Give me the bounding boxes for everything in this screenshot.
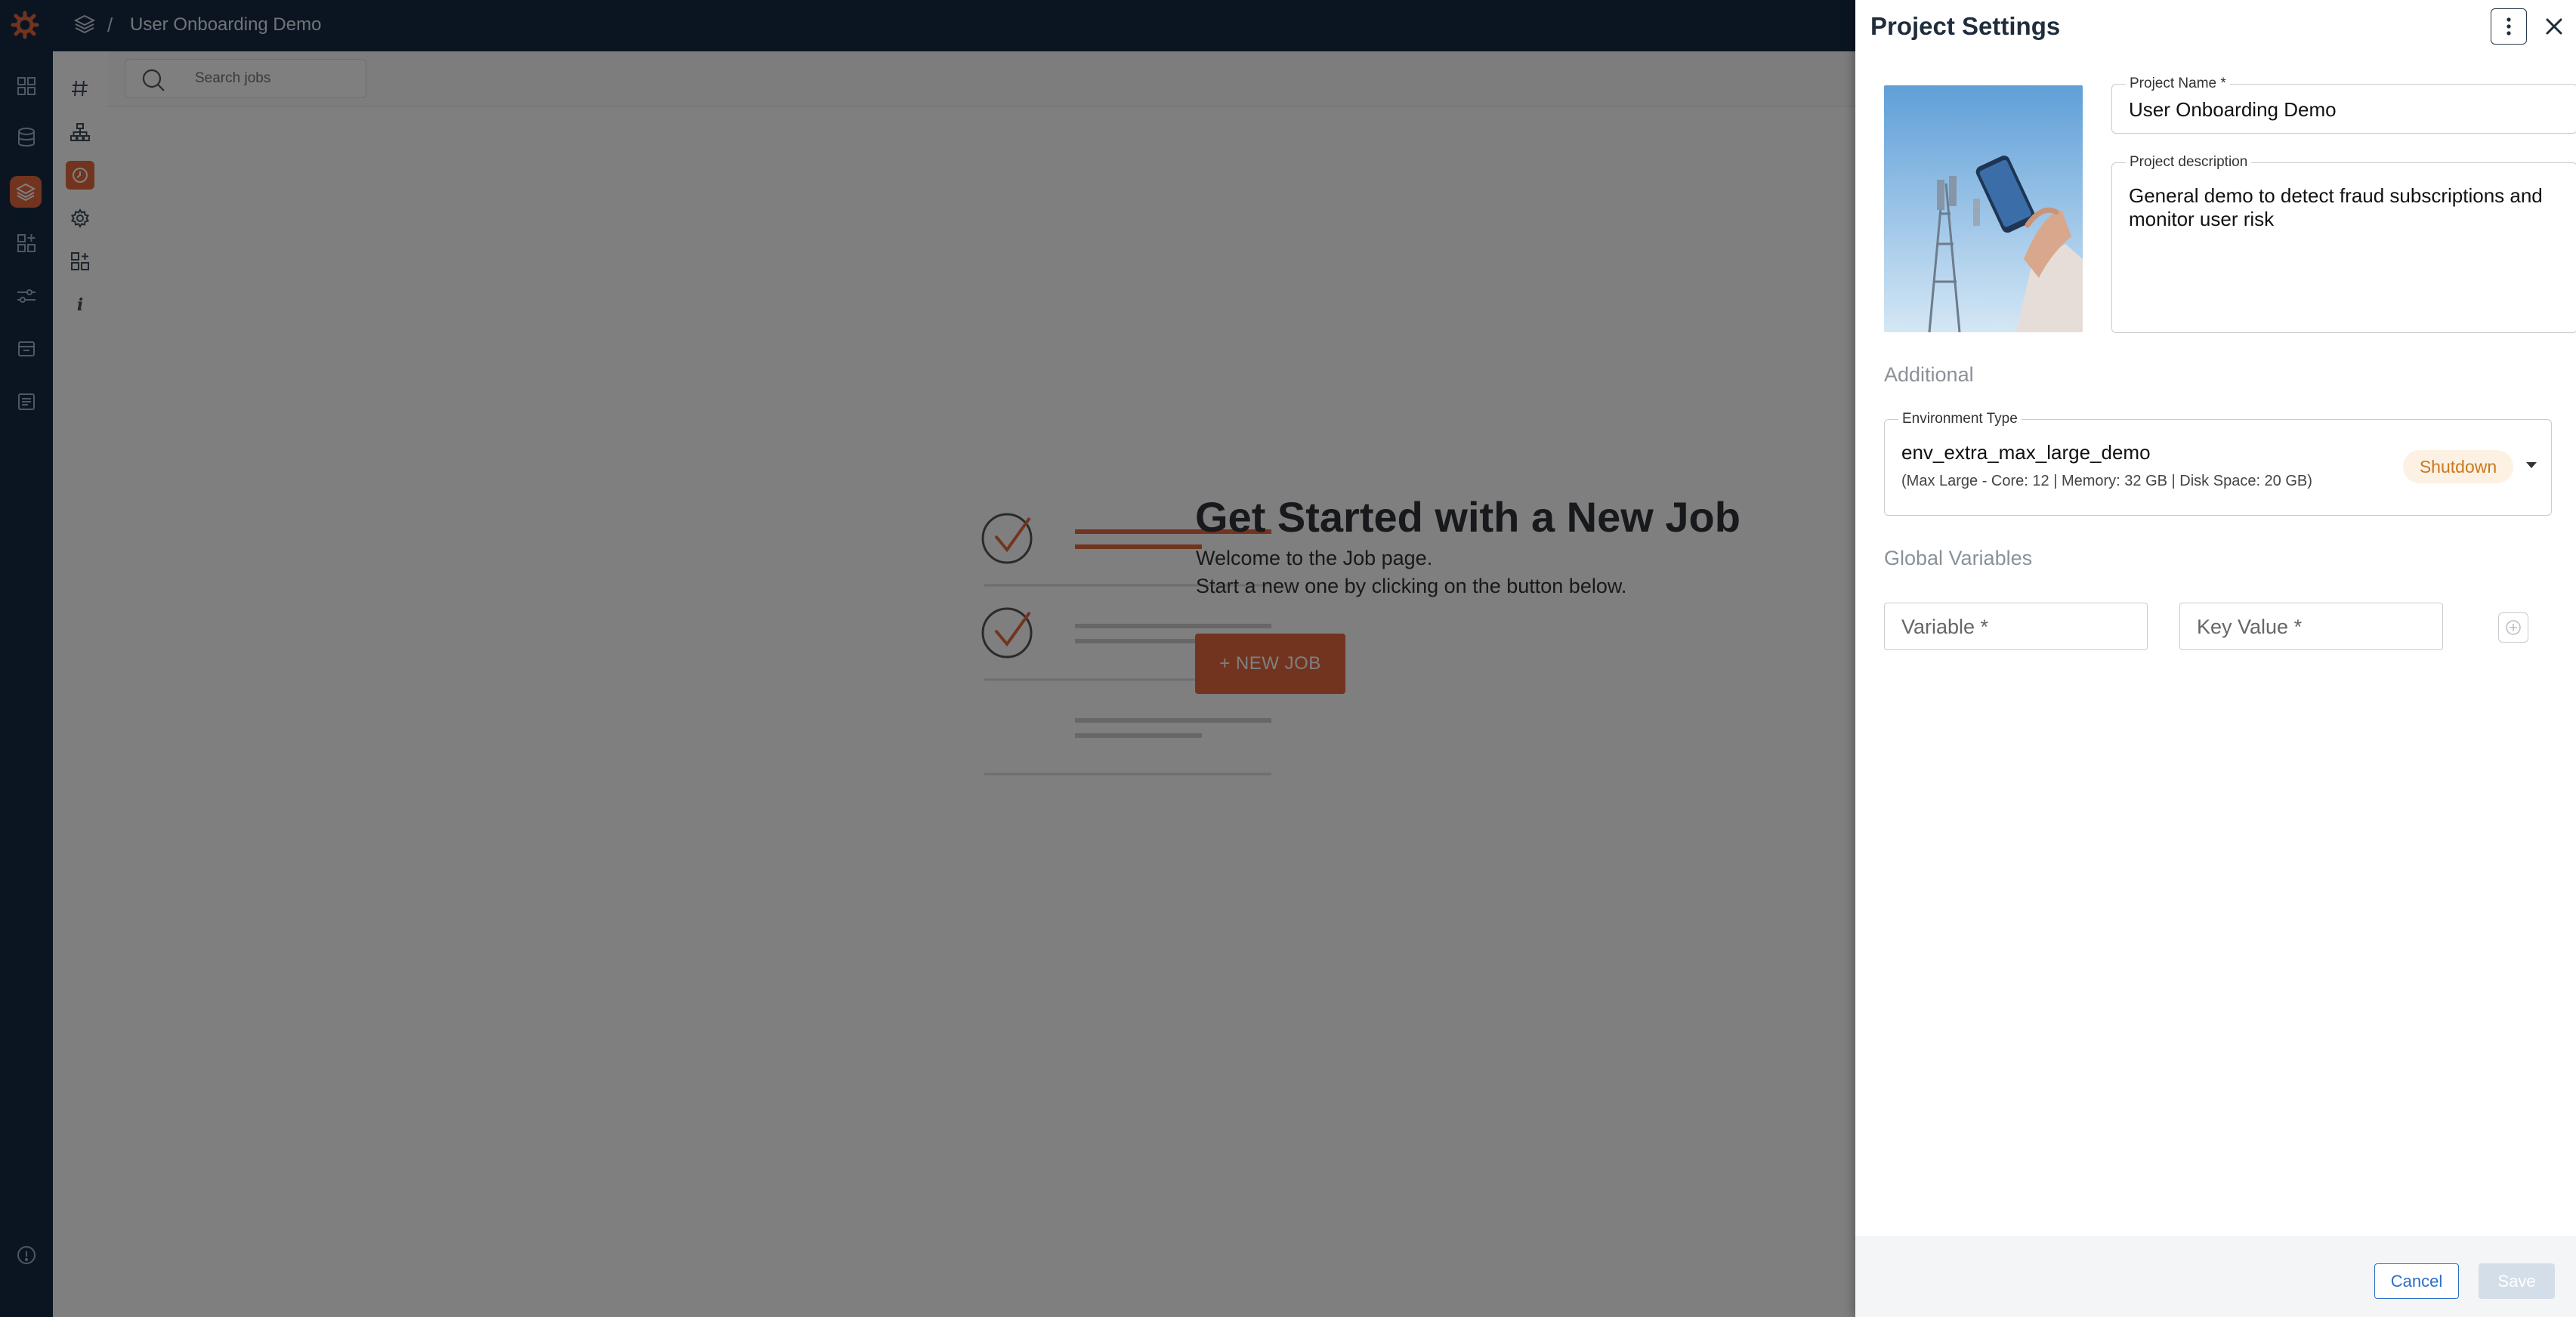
plus-icon xyxy=(2506,620,2521,635)
environment-type-label: Environment Type xyxy=(1898,411,2022,427)
environment-name: env_extra_max_large_demo xyxy=(1901,441,2151,464)
project-image[interactable] xyxy=(1884,85,2083,332)
project-description-field[interactable]: Project description General demo to dete… xyxy=(2111,154,2576,333)
cancel-button[interactable]: Cancel xyxy=(2374,1263,2459,1299)
environment-details: (Max Large - Core: 12 | Memory: 32 GB | … xyxy=(1901,473,2312,489)
more-options-button[interactable] xyxy=(2491,8,2527,45)
key-value-input[interactable]: Key Value * xyxy=(2179,603,2443,650)
variable-name-input[interactable]: Variable * xyxy=(1884,603,2148,650)
modal-backdrop[interactable] xyxy=(0,0,1855,1317)
project-name-label: Project Name * xyxy=(2126,76,2230,92)
additional-section-label: Additional xyxy=(1884,363,1974,386)
environment-status-badge: Shutdown xyxy=(2403,450,2513,483)
save-button[interactable]: Save xyxy=(2479,1263,2555,1299)
chevron-down-icon[interactable] xyxy=(2524,461,2539,470)
project-description-input[interactable]: General demo to detect fraud subscriptio… xyxy=(2129,184,2552,231)
close-icon[interactable] xyxy=(2538,11,2570,42)
project-name-input[interactable]: User Onboarding Demo xyxy=(2129,98,2337,122)
drawer-footer: Cancel Save xyxy=(1855,1236,2576,1317)
environment-type-select[interactable]: Environment Type env_extra_max_large_dem… xyxy=(1884,411,2552,516)
add-variable-button[interactable] xyxy=(2498,612,2528,643)
project-description-label: Project description xyxy=(2126,154,2252,171)
drawer-title: Project Settings xyxy=(1870,12,2061,40)
project-name-field[interactable]: Project Name * User Onboarding Demo xyxy=(2111,76,2576,134)
global-variables-section-label: Global Variables xyxy=(1884,547,2033,569)
